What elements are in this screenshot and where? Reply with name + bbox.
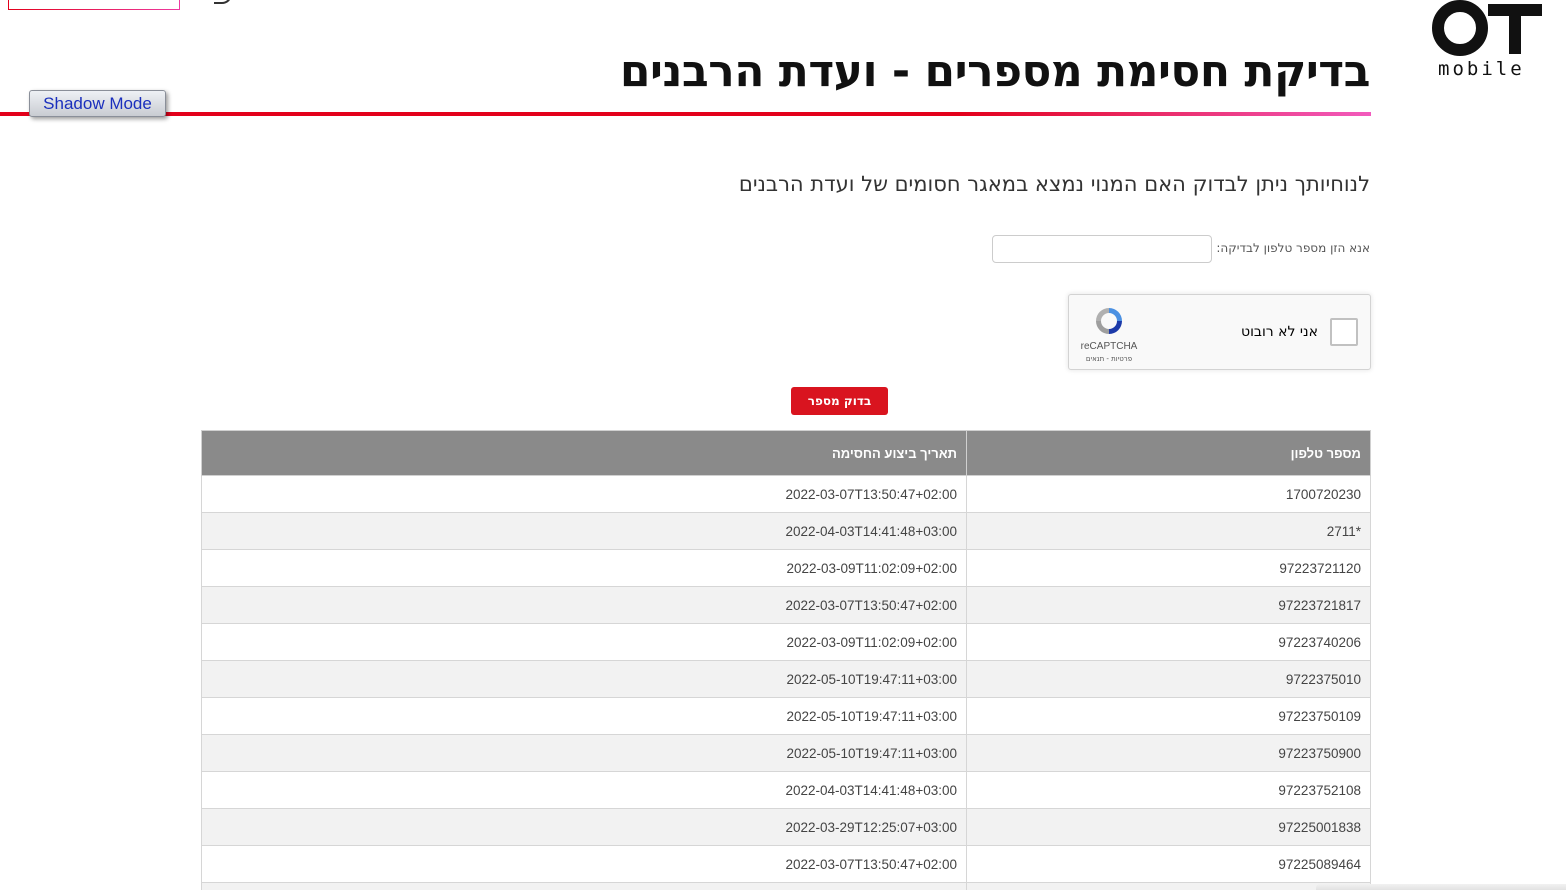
table-row: 97223740206 2022-03-09T11:02:09+02:00 [201,623,1371,661]
header-phone: מספר טלפון [966,430,1371,476]
table-row: 97223750109 2022-05-10T19:47:11+03:00 [201,697,1371,735]
blocked-numbers-table: מספר טלפון תאריך ביצוע החסימה 1700720230… [201,430,1371,890]
table-header-row: מספר טלפון תאריך ביצוע החסימה [201,430,1371,476]
ot-mobile-logo[interactable]: mobile [1432,0,1546,80]
ot-logo-icon [1432,0,1542,56]
date-cell: 2022-03-07T13:50:47+02:00 [201,845,967,883]
recaptcha-icon [1096,308,1122,334]
recaptcha-brand: reCAPTCHA [1080,341,1138,352]
chat-widget-edge [1316,884,1566,890]
title-divider [0,112,1371,116]
recaptcha-widget: אני לא רובוט reCAPTCHA פרטיות - תנאים [1068,294,1371,370]
phone-cell: 9722375010 [966,660,1371,698]
date-cell: 2022-03-07T13:50:47+02:00 [201,475,967,513]
phone-cell [966,882,1371,890]
table-row: *2711 2022-04-03T14:41:48+03:00 [201,512,1371,550]
recaptcha-checkbox[interactable] [1330,318,1358,346]
phone-cell: 97223750109 [966,697,1371,735]
date-cell: 2022-03-09T11:02:09+02:00 [201,623,967,661]
date-cell: 2022-04-03T14:41:48+03:00 [201,512,967,550]
date-cell: 2022-05-10T19:47:11+03:00 [201,697,967,735]
phone-cell: 97225089464 [966,845,1371,883]
phone-input[interactable] [992,235,1212,263]
table-row: 97225001838 2022-03-29T12:25:07+03:00 [201,808,1371,846]
table-row: 97225089464 2022-03-07T13:50:47+02:00 [201,845,1371,883]
date-cell: 2022-04-03T14:41:48+03:00 [201,771,967,809]
page-subtitle: לנוחיותך ניתן לבדוק האם המנוי נמצא במאגר… [738,172,1370,196]
table-row: 97223750900 2022-05-10T19:47:11+03:00 [201,734,1371,772]
phone-cell: 97225001838 [966,808,1371,846]
check-number-button[interactable]: בדוק מספר [791,387,888,415]
phone-cell: 97223752108 [966,771,1371,809]
phone-cell: 97223750900 [966,734,1371,772]
phone-label: אנא הזן מספר טלפון לבדיקה: [1216,241,1370,255]
date-cell [201,882,967,890]
table-row: 97223721120 2022-03-09T11:02:09+02:00 [201,549,1371,587]
table-row: 97223752108 2022-04-03T14:41:48+03:00 [201,771,1371,809]
table-body: 1700720230 2022-03-07T13:50:47+02:00 *27… [201,475,1371,890]
table-row: 1700720230 2022-03-07T13:50:47+02:00 [201,475,1371,513]
table-row [201,882,1371,890]
page-title: בדיקת חסימת מספרים - ועדת הרבנים [619,46,1371,97]
recaptcha-label: אני לא רובוט [1240,324,1318,340]
header-date: תאריך ביצוע החסימה [201,430,967,476]
table-row: 97223721817 2022-03-07T13:50:47+02:00 [201,586,1371,624]
partial-top-box [8,0,180,10]
partial-top-icon [214,0,232,4]
date-cell: 2022-03-29T12:25:07+03:00 [201,808,967,846]
shadow-mode-button[interactable]: Shadow Mode [29,90,166,117]
phone-cell: 1700720230 [966,475,1371,513]
table-row: 9722375010 2022-05-10T19:47:11+03:00 [201,660,1371,698]
phone-cell: 97223740206 [966,623,1371,661]
phone-cell: 97223721120 [966,549,1371,587]
page: mobile בדיקת חסימת מספרים - ועדת הרבנים … [0,0,1566,890]
phone-cell: 97223721817 [966,586,1371,624]
logo-wordmark: mobile [1438,58,1525,80]
date-cell: 2022-05-10T19:47:11+03:00 [201,734,967,772]
phone-cell: *2711 [966,512,1371,550]
date-cell: 2022-05-10T19:47:11+03:00 [201,660,967,698]
recaptcha-terms-link[interactable]: פרטיות - תנאים [1075,355,1143,363]
date-cell: 2022-03-07T13:50:47+02:00 [201,586,967,624]
date-cell: 2022-03-09T11:02:09+02:00 [201,549,967,587]
